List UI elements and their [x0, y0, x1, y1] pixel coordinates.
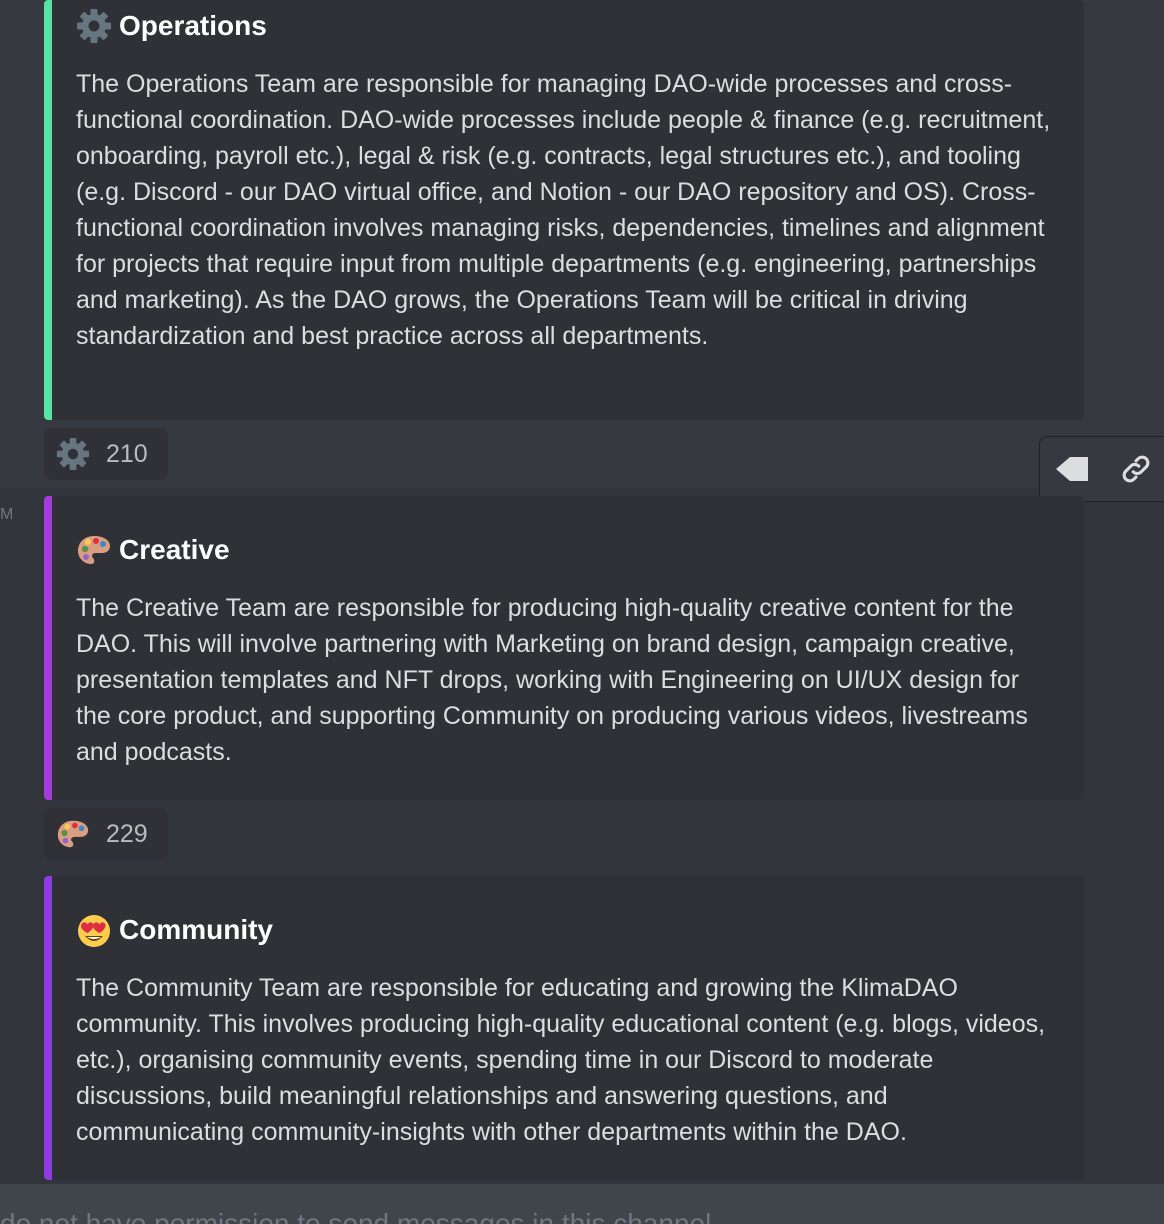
gear-icon: [56, 437, 90, 471]
heart-eyes-icon: [78, 915, 110, 947]
reaction-palette[interactable]: 229: [44, 808, 168, 860]
embed-title-text: Operations: [119, 10, 267, 41]
reaction-count: 229: [106, 819, 148, 848]
embed-title: Operations: [76, 0, 1056, 44]
no-permission-text: do not have permission to send messages …: [0, 1208, 720, 1224]
embed-community: Community The Community Team are respons…: [44, 876, 1084, 1180]
timestamp-fragment: M: [0, 506, 14, 523]
arrow-left-icon: [1056, 457, 1088, 481]
embed-creative: Creative The Creative Team are responsib…: [44, 496, 1084, 800]
artist-palette-icon: [78, 536, 110, 564]
reaction-gear[interactable]: 210: [44, 428, 168, 480]
message-input-disabled: do not have permission to send messages …: [0, 1184, 1164, 1224]
link-icon: [1122, 455, 1150, 483]
gear-icon: [77, 9, 111, 43]
embed-accent-bar: [44, 0, 52, 420]
embed-title-text: Creative: [119, 534, 230, 565]
reaction-count: 210: [106, 439, 148, 468]
embed-title: Creative: [76, 496, 1056, 568]
embed-description: The Operations Team are responsible for …: [76, 70, 1051, 350]
embed-description: The Creative Team are responsible for pr…: [76, 594, 1028, 766]
reply-button[interactable]: [1040, 437, 1104, 501]
embed-description: The Community Team are responsible for e…: [76, 974, 1046, 1146]
embed-operations: Operations The Operations Team are respo…: [44, 0, 1084, 420]
embed-accent-bar: [44, 876, 52, 1180]
embed-title: Community: [76, 876, 1056, 948]
artist-palette-icon: [57, 820, 89, 848]
embed-accent-bar: [44, 496, 52, 800]
embed-title-text: Community: [119, 914, 273, 945]
message-toolbar: [1039, 436, 1164, 502]
copy-link-button[interactable]: [1104, 437, 1164, 501]
